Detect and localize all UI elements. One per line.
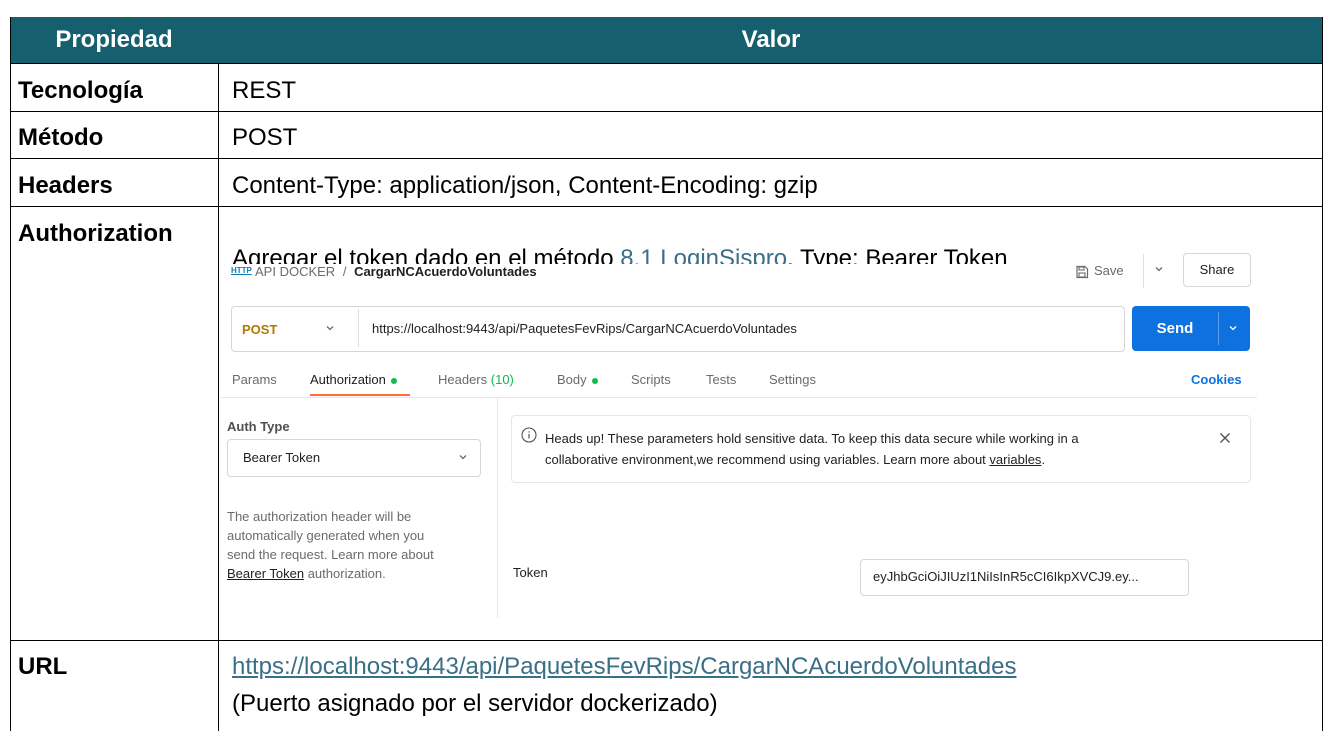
label-url: URL [18, 653, 68, 680]
variables-link[interactable]: variables [989, 452, 1041, 467]
body-active-dot [591, 377, 598, 384]
token-value: eyJhbGciOiJIUzI1NiIsInR5cCI6IkpXVCJ9.ey.… [873, 569, 1139, 584]
save-dropdown-chevron-icon[interactable] [1153, 263, 1165, 278]
bearer-token-link[interactable]: Bearer Token [227, 566, 304, 581]
header-value: Valor [741, 26, 801, 53]
tab-authorization[interactable]: Authorization [310, 372, 397, 387]
value-metodo: POST [232, 124, 298, 151]
url-link[interactable]: https://localhost:9443/api/PaquetesFevRi… [232, 653, 1016, 681]
row-divider [10, 63, 1323, 64]
tab-body[interactable]: Body [557, 372, 598, 387]
label-authorization: Authorization [18, 220, 173, 247]
auth-type-chevron-down-icon[interactable] [457, 451, 469, 466]
breadcrumb-request: CargarNCAcuerdoVoluntades [354, 264, 537, 279]
label-metodo: Método [18, 124, 104, 151]
cookies-link[interactable]: Cookies [1191, 372, 1242, 387]
save-button[interactable]: Save [1075, 259, 1124, 283]
breadcrumb-separator: / [342, 264, 347, 279]
url-input[interactable]: https://localhost:9443/api/PaquetesFevRi… [372, 321, 797, 336]
value-headers: Content-Type: application/json, Content-… [232, 172, 818, 199]
save-divider [1143, 254, 1144, 288]
auth-type-label: Auth Type [227, 419, 290, 434]
save-icon [1076, 265, 1089, 278]
table-left-border [10, 17, 11, 731]
share-button[interactable]: Share [1183, 253, 1251, 287]
method-chevron-down-icon[interactable] [324, 322, 336, 337]
tab-scripts[interactable]: Scripts [631, 372, 671, 387]
active-tab-underline [310, 394, 410, 396]
row-divider [10, 206, 1323, 207]
label-headers: Headers [18, 172, 113, 199]
method-select[interactable]: POST [242, 322, 277, 337]
url-note: (Puerto asignado por el servidor dockeri… [232, 690, 718, 717]
auth-helper-text: The authorization header will be automat… [227, 509, 434, 581]
notice-text: Heads up! These parameters hold sensitiv… [545, 431, 1079, 467]
auth-type-value: Bearer Token [243, 450, 321, 465]
header-property: Propiedad [55, 26, 173, 53]
table-right-border [1322, 17, 1323, 731]
method-divider [358, 309, 359, 347]
tabs-divider [221, 397, 1257, 398]
panel-divider [497, 398, 498, 618]
row-divider [10, 111, 1323, 112]
column-divider [218, 63, 219, 731]
http-icon: HTTP [231, 266, 252, 275]
tab-params[interactable]: Params [232, 372, 277, 387]
token-label: Token [513, 565, 548, 580]
tab-tests[interactable]: Tests [706, 372, 736, 387]
value-tecnologia: REST [232, 77, 297, 104]
row-divider [10, 640, 1323, 641]
send-chevron-down-icon[interactable] [1227, 322, 1239, 337]
label-tecnologia: Tecnología [18, 77, 143, 104]
authorization-active-dot [390, 377, 397, 384]
table-header-row: Propiedad Valor [10, 17, 1323, 63]
tab-headers[interactable]: Headers (10) [438, 372, 514, 387]
send-divider [1218, 312, 1219, 345]
row-divider [10, 158, 1323, 159]
send-button[interactable]: Send [1132, 306, 1218, 351]
postman-screenshot: HTTP API DOCKER / CargarNCAcuerdoVolunta… [221, 253, 1271, 618]
breadcrumb-collection[interactable]: API DOCKER [255, 264, 335, 279]
breadcrumb: API DOCKER / CargarNCAcuerdoVoluntades [255, 264, 537, 279]
info-icon [521, 427, 537, 446]
close-icon[interactable] [1219, 432, 1231, 447]
tab-settings[interactable]: Settings [769, 372, 816, 387]
